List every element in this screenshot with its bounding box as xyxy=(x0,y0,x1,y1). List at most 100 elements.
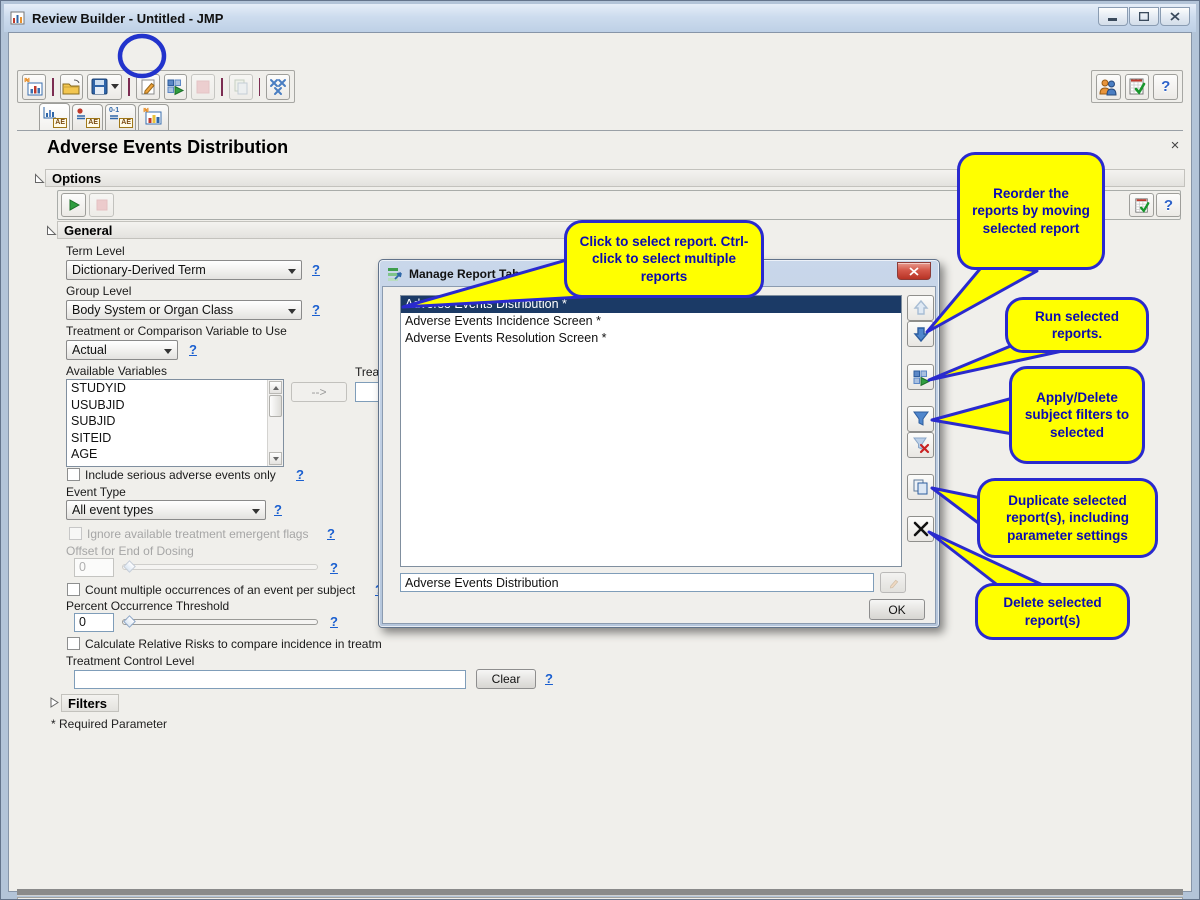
jmp-window: Review Builder - Untitled - JMP ? AE AE … xyxy=(0,0,1200,900)
run-reports-button[interactable] xyxy=(163,73,188,100)
move-up-button[interactable] xyxy=(907,295,934,321)
count-multiple-checkbox[interactable] xyxy=(67,583,80,596)
offset-help[interactable]: ? xyxy=(330,560,338,575)
main-toolbar xyxy=(17,70,295,103)
scroll-up-icon[interactable] xyxy=(269,381,282,394)
window-title: Review Builder - Untitled - JMP xyxy=(32,10,224,26)
group-level-help[interactable]: ? xyxy=(312,302,320,317)
treatment-var-help[interactable]: ? xyxy=(189,342,197,357)
count-multiple-label: Count multiple occurrences of an event p… xyxy=(85,583,356,597)
include-serious-checkbox[interactable] xyxy=(67,468,80,481)
delete-filter-button[interactable] xyxy=(907,432,934,458)
move-down-button[interactable] xyxy=(907,321,934,347)
event-type-select[interactable]: All event types xyxy=(66,500,266,520)
move-right-button: --> xyxy=(291,382,347,402)
tab-ae-resolution[interactable]: 0-1 AE xyxy=(105,104,136,130)
minimize-icon[interactable] xyxy=(1098,7,1128,26)
ignore-flags-checkbox xyxy=(69,527,82,540)
save-dropdown-icon[interactable] xyxy=(110,84,119,89)
general-disclosure-icon[interactable] xyxy=(46,225,57,236)
percent-threshold-slider[interactable] xyxy=(122,615,318,628)
tab-ae-incidence[interactable]: AE xyxy=(72,104,103,130)
slider-thumb-icon xyxy=(123,560,136,573)
group-level-select[interactable]: Body System or Organ Class xyxy=(66,300,302,320)
list-item[interactable]: SUBJID xyxy=(67,413,267,430)
pattern-tools-button[interactable] xyxy=(266,73,290,100)
scroll-down-icon[interactable] xyxy=(269,452,282,465)
general-label: General xyxy=(64,223,113,238)
run-section-button[interactable] xyxy=(61,193,86,217)
calc-relative-risks-checkbox[interactable] xyxy=(67,637,80,650)
apply-filter-button[interactable] xyxy=(907,406,934,432)
report-list-item[interactable]: Adverse Events Resolution Screen * xyxy=(401,330,901,347)
callout-select-report: Click to select report. Ctrl-click to se… xyxy=(564,220,764,298)
term-level-select[interactable]: Dictionary-Derived Term xyxy=(66,260,302,280)
move-right-label: --> xyxy=(311,385,327,399)
new-review-button[interactable] xyxy=(22,73,46,100)
play-icon xyxy=(69,199,80,211)
maximize-icon[interactable] xyxy=(1129,7,1159,26)
ignore-flags-help[interactable]: ? xyxy=(327,526,335,541)
filters-disclosure-icon[interactable] xyxy=(49,697,60,708)
offset-slider xyxy=(122,560,318,573)
delete-report-button[interactable] xyxy=(907,516,934,542)
scrollbar[interactable] xyxy=(267,380,283,466)
report-tabstrip: AE AE 0-1 AE xyxy=(39,103,169,130)
treatment-var-select[interactable]: Actual xyxy=(66,340,178,360)
run-reports-icon xyxy=(167,79,185,96)
percent-threshold-input[interactable]: 0 xyxy=(74,613,114,632)
filters-section-header[interactable]: Filters xyxy=(61,694,119,712)
treatment-control-help[interactable]: ? xyxy=(545,671,553,686)
callout-run: Run selected reports. xyxy=(1005,297,1149,353)
dialog-title: Manage Report Tabs... xyxy=(409,267,537,281)
available-vars-list[interactable]: STUDYID USUBJID SUBJID SITEID AGE xyxy=(66,379,284,467)
toolbar-separator xyxy=(221,77,223,96)
rename-button xyxy=(880,572,906,593)
tab-new-report[interactable] xyxy=(138,104,169,130)
edit-pencil-icon xyxy=(141,79,155,94)
tab-close-icon[interactable]: × xyxy=(1167,137,1183,154)
event-type-help[interactable]: ? xyxy=(274,502,282,517)
help-button[interactable]: ? xyxy=(1153,73,1178,100)
close-icon[interactable] xyxy=(1160,7,1190,26)
options-disclosure-icon[interactable] xyxy=(34,173,45,184)
group-level-label: Group Level xyxy=(66,284,132,298)
report-list[interactable]: Adverse Events Distribution * Adverse Ev… xyxy=(400,295,902,567)
review-checklist-button[interactable] xyxy=(1124,73,1150,100)
users-button[interactable] xyxy=(1095,73,1121,100)
list-item[interactable]: USUBJID xyxy=(67,397,267,414)
help-icon: ? xyxy=(1161,78,1171,95)
report-list-item[interactable]: Adverse Events Incidence Screen * xyxy=(401,313,901,330)
dialog-close-icon[interactable] xyxy=(897,262,931,280)
list-item[interactable]: SITEID xyxy=(67,430,267,447)
section-checklist-button[interactable] xyxy=(1129,193,1154,217)
run-selected-button[interactable] xyxy=(907,364,934,390)
save-button[interactable] xyxy=(87,73,123,100)
duplicate-report-button[interactable] xyxy=(907,474,934,500)
tab-ae-distribution[interactable]: AE xyxy=(39,103,70,130)
checklist-icon xyxy=(1129,78,1146,95)
scroll-thumb[interactable] xyxy=(269,395,282,417)
delete-x-icon xyxy=(913,521,928,537)
open-button[interactable] xyxy=(59,73,84,100)
clear-button[interactable]: Clear xyxy=(476,669,536,689)
report-name-input[interactable] xyxy=(400,573,874,592)
treatment-control-input[interactable] xyxy=(74,670,466,689)
stop-icon xyxy=(196,80,210,93)
list-item[interactable]: STUDYID xyxy=(67,380,267,397)
general-section-header[interactable]: General xyxy=(57,221,579,239)
toolbar-separator xyxy=(128,77,130,96)
section-help-button[interactable]: ? xyxy=(1156,193,1181,217)
report-list-item[interactable]: Adverse Events Distribution * xyxy=(401,296,901,313)
include-serious-help[interactable]: ? xyxy=(296,467,304,482)
event-type-value: All event types xyxy=(72,503,154,517)
slider-thumb-icon[interactable] xyxy=(123,615,136,628)
page-title: Adverse Events Distribution xyxy=(47,137,289,157)
ok-button[interactable]: OK xyxy=(869,599,925,620)
callout-duplicate: Duplicate selected report(s), including … xyxy=(977,478,1158,558)
edit-report-button[interactable] xyxy=(135,73,160,100)
dialog-client: Adverse Events Distribution * Adverse Ev… xyxy=(382,286,936,624)
list-item[interactable]: AGE xyxy=(67,446,267,463)
percent-threshold-help[interactable]: ? xyxy=(330,614,338,629)
term-level-help[interactable]: ? xyxy=(312,262,320,277)
